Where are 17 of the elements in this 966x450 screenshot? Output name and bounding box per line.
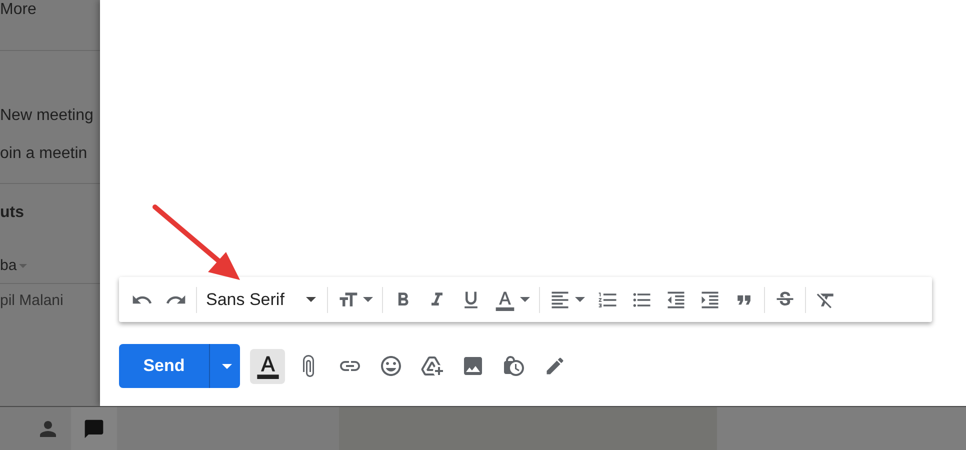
sidebar-item[interactable]: oin a meetin: [0, 145, 100, 163]
caret-icon: [222, 364, 232, 368]
chat-icon[interactable]: [71, 407, 117, 450]
send-options-button[interactable]: [209, 344, 240, 388]
caret-icon: [306, 297, 316, 302]
sidebar-link[interactable]: More: [0, 1, 36, 18]
section-heading: uts: [0, 204, 24, 221]
caret-icon: [520, 297, 530, 302]
caret-icon: [363, 297, 373, 302]
send-button[interactable]: Send: [119, 344, 209, 388]
contact-name[interactable]: pil Malani: [0, 292, 64, 309]
sidebar-item[interactable]: New meeting: [0, 107, 100, 125]
formatting-options-icon[interactable]: [250, 348, 285, 384]
font-dropdown[interactable]: Sans Serif: [200, 286, 324, 314]
caret-icon: [575, 297, 585, 302]
caret-icon: [18, 264, 27, 268]
account-name[interactable]: ba: [0, 257, 17, 274]
